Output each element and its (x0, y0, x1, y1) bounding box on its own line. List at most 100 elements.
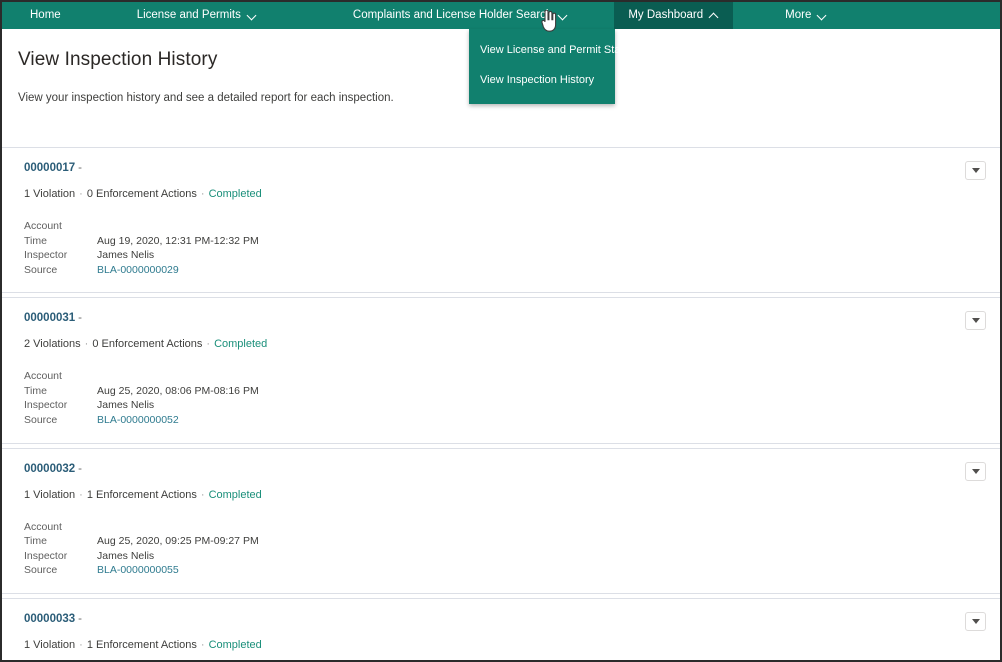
inspection-card-meta: 1 Violation · 0 Enforcement Actions · Comple… (24, 188, 986, 201)
nav-item-my-dashboard[interactable]: My Dashboard (614, 2, 734, 29)
detail-label-inspector: Inspector (24, 399, 68, 412)
main-navigation-bar: Home License and Permits Complaints and … (2, 2, 1000, 29)
detail-row-inspector: Inspector James Nelis (24, 249, 259, 264)
detail-value-account (94, 220, 259, 235)
detail-value-inspector: James Nelis (97, 249, 155, 262)
meta-separator: · (79, 638, 83, 651)
inspection-card-header: 00000032- (24, 459, 986, 477)
meta-separator: · (79, 188, 83, 200)
chevron-down-icon (971, 618, 980, 624)
inspection-card: 00000031- 2 Violations · 0 Enforcement Act… (2, 297, 1000, 444)
inspection-number-link[interactable]: 00000032 (24, 462, 75, 477)
inspection-card-header: 00000031- (24, 308, 986, 326)
inspection-card: 00000033- 1 Violation · 1 Enforcement Acti… (2, 597, 1000, 660)
inspection-number-link[interactable]: 00000033 (24, 612, 75, 627)
detail-label-source: Source (24, 263, 58, 276)
inspection-detail-table: Account Time Aug 19, 2020, 12:31 PM-12:3… (24, 220, 259, 278)
detail-row-inspector: Inspector James Nelis (24, 550, 259, 565)
violation-count: 1 Violation (24, 488, 76, 501)
chevron-down-icon (971, 468, 980, 474)
detail-label-source: Source (24, 564, 58, 577)
detail-label-inspector: Inspector (24, 249, 68, 262)
status-badge: Completed (208, 188, 262, 200)
row-actions-button[interactable] (965, 311, 986, 331)
inspection-title-suffix: - (78, 312, 83, 325)
detail-value-time: Aug 25, 2020, 09:25 PM-09:27 PM (97, 535, 259, 548)
detail-value-account (94, 521, 259, 536)
nav-item-label: Complaints and License Holder Search (352, 8, 553, 21)
inspection-detail-table: Account Time Aug 25, 2020, 09:25 PM-09:2… (24, 521, 259, 579)
inspection-title-suffix: - (78, 462, 83, 475)
menu-item-view-inspection-history[interactable]: View Inspection History (469, 65, 615, 95)
enforcement-count: 1 Enforcement Actions (86, 488, 197, 501)
source-link[interactable]: BLA-0000000055 (97, 564, 179, 576)
detail-row-source: Source BLA-0000000055 (24, 564, 259, 579)
inspection-card-meta: 1 Violation · 1 Enforcement Actions · Comple… (24, 639, 986, 652)
meta-separator: · (200, 188, 205, 200)
chevron-down-icon (971, 318, 980, 324)
detail-label-account: Account (24, 370, 62, 383)
source-link[interactable]: BLA-0000000029 (97, 264, 179, 276)
detail-row-account: Account (24, 521, 259, 536)
app-window: Home License and Permits Complaints and … (0, 0, 1002, 662)
detail-label-time: Time (24, 535, 47, 548)
chevron-down-icon (559, 11, 568, 20)
status-badge: Completed (208, 638, 262, 651)
inspection-title-suffix: - (78, 162, 83, 174)
meta-separator: · (79, 488, 83, 501)
detail-label-account: Account (24, 220, 62, 233)
detail-value-account (94, 370, 259, 385)
row-actions-button[interactable] (965, 161, 986, 180)
inspection-card: 00000032- 1 Violation · 1 Enforcement Acti… (2, 447, 1000, 594)
inspection-card-header: 00000033- (24, 609, 986, 627)
row-actions-button[interactable] (965, 461, 986, 481)
nav-item-complaints-and-license-holder-search[interactable]: Complaints and License Holder Search (339, 2, 582, 29)
nav-item-label: Home (30, 8, 61, 21)
nav-item-label: License and Permits (136, 8, 241, 21)
source-link[interactable]: BLA-0000000052 (97, 414, 179, 426)
detail-row-account: Account (24, 220, 259, 235)
meta-separator: · (84, 338, 89, 351)
violation-count: 2 Violations (24, 338, 81, 351)
inspection-card-meta: 1 Violation · 1 Enforcement Actions · Comple… (24, 489, 986, 502)
detail-row-time: Time Aug 19, 2020, 12:31 PM-12:32 PM (24, 235, 259, 250)
inspection-number-link[interactable]: 00000031 (24, 311, 75, 326)
inspection-title-suffix: - (78, 612, 83, 625)
enforcement-count: 1 Enforcement Actions (86, 638, 197, 651)
chevron-up-icon (710, 11, 719, 20)
detail-value-inspector: James Nelis (97, 549, 155, 562)
detail-row-inspector: Inspector James Nelis (24, 399, 259, 414)
detail-row-account: Account (24, 370, 259, 385)
detail-row-time: Time Aug 25, 2020, 08:06 PM-08:16 PM (24, 385, 259, 400)
inspection-card-meta: 2 Violations · 0 Enforcement Actions · Compl… (24, 338, 986, 351)
menu-item-view-license-and-permit-status[interactable]: View License and Permit Status (469, 35, 635, 65)
row-actions-button[interactable] (965, 611, 986, 631)
detail-row-source: Source BLA-0000000052 (24, 414, 259, 429)
meta-separator: · (200, 488, 205, 501)
status-badge: Completed (208, 488, 262, 501)
detail-label-time: Time (24, 234, 47, 247)
detail-row-time: Time Aug 25, 2020, 09:25 PM-09:27 PM (24, 535, 259, 550)
inspection-history-list: 00000017- 1 Violation · 0 Enforcement Acti… (2, 147, 1000, 660)
violation-count: 1 Violation (24, 188, 76, 200)
detail-value-inspector: James Nelis (97, 399, 155, 412)
inspection-number-link[interactable]: 00000017 (24, 161, 75, 176)
my-dashboard-dropdown-menu: View License and Permit Status View Insp… (469, 29, 635, 105)
meta-separator: · (206, 338, 211, 351)
detail-label-account: Account (24, 520, 62, 533)
chevron-down-icon (818, 11, 827, 20)
chevron-down-icon (971, 168, 980, 173)
nav-item-home[interactable]: Home (16, 2, 75, 29)
inspection-detail-table: Account Time Aug 25, 2020, 08:06 PM-08:1… (24, 370, 259, 428)
enforcement-count: 0 Enforcement Actions (92, 338, 203, 351)
chevron-down-icon (248, 11, 257, 20)
detail-label-source: Source (24, 413, 58, 426)
detail-label-time: Time (24, 384, 47, 397)
status-badge: Completed (214, 338, 268, 351)
detail-label-inspector: Inspector (24, 549, 68, 562)
detail-row-source: Source BLA-0000000029 (24, 264, 259, 279)
nav-item-license-and-permits[interactable]: License and Permits (123, 2, 271, 29)
nav-item-label: My Dashboard (628, 8, 704, 21)
nav-item-more[interactable]: More (771, 2, 841, 29)
detail-value-time: Aug 19, 2020, 12:31 PM-12:32 PM (97, 234, 259, 247)
